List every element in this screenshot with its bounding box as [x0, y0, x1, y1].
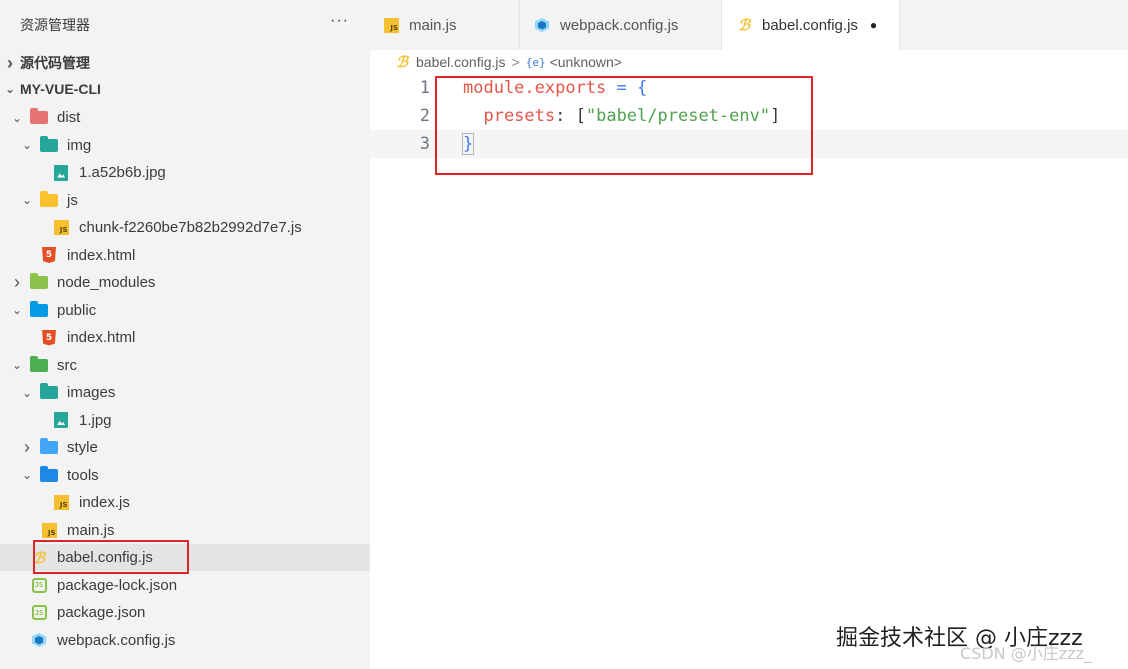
chevron-right-icon: ›: [24, 437, 30, 457]
chevron-down-icon: ⌄: [4, 82, 16, 96]
tree-item[interactable]: › node_modules: [0, 269, 370, 296]
chevron-down-icon: ⌄: [21, 138, 33, 152]
tree-item-label: chunk-f2260be7b82b2992d7e7.js: [79, 219, 302, 236]
chevron-down-icon: ⌄: [11, 358, 23, 372]
json-file-icon: JS: [30, 576, 48, 594]
tree-item-label: img: [67, 136, 92, 154]
js-file-icon: JS: [52, 494, 70, 512]
symbol-variable-icon: {e}: [525, 55, 546, 69]
editor-tab[interactable]: ℬbabel.config.js ●: [722, 0, 900, 50]
tree-item[interactable]: 1.jpg: [0, 407, 370, 434]
sidebar-section-1[interactable]: ⌄ MY-VUE-CLI: [0, 76, 370, 102]
tree-item[interactable]: 5 index.html: [0, 242, 370, 269]
watermark-secondary: CSDN @小庄zzz_: [960, 644, 1092, 663]
folder-src-icon: [30, 355, 48, 374]
code-highlight-box: [435, 76, 813, 175]
chevron-down-icon: ⌄: [11, 110, 23, 125]
tree-item[interactable]: ⌄ src: [0, 352, 370, 379]
tree-item-label: style: [67, 439, 98, 456]
tree-item-label: dist: [57, 109, 81, 126]
editor-tab[interactable]: webpack.config.js: [520, 0, 722, 50]
folder-node-icon: [30, 273, 48, 292]
editor-tab-bar: JS main.js webpack.config.js ℬbabel.config.…: [370, 0, 1128, 50]
html-file-icon: 5: [40, 329, 58, 347]
tab-label: main.js: [409, 16, 457, 34]
tab-label: webpack.config.js: [560, 16, 679, 34]
babel-file-icon: ℬ: [396, 53, 408, 71]
tree-item-label: js: [67, 191, 78, 209]
tree-item[interactable]: ⌄ images: [0, 379, 370, 406]
explorer-title: 资源管理器: [20, 17, 90, 33]
tree-item[interactable]: 5 index.html: [0, 324, 370, 351]
tree-item[interactable]: JS package.json: [0, 599, 370, 626]
breadcrumb-file[interactable]: babel.config.js: [416, 54, 506, 70]
tree-item-label: 1.jpg: [79, 411, 112, 429]
chevron-down-icon: ⌄: [21, 468, 33, 482]
tree-item-label: public: [57, 301, 97, 319]
tree-item[interactable]: JS chunk-f2260be7b82b2992d7e7.js: [0, 214, 370, 241]
tree-item-label: src: [57, 356, 77, 374]
tree-item-label: main.js: [67, 521, 115, 539]
folder-public-icon: [30, 300, 48, 319]
folder-style-icon: [40, 438, 58, 457]
folder-images-icon: [40, 135, 58, 154]
more-actions-icon[interactable]: ···: [330, 12, 349, 30]
tree-item[interactable]: › style: [0, 434, 370, 461]
chevron-down-icon: ⌄: [11, 303, 23, 317]
js-file-icon: JS: [384, 17, 399, 33]
tree-item[interactable]: JS index.js: [0, 489, 370, 516]
tree-item-label: package.json: [57, 604, 146, 621]
sidebar-section-0[interactable]: › 源代码管理: [0, 50, 370, 76]
tree-item[interactable]: JS package-lock.json: [0, 572, 370, 599]
tree-item-label: tools: [67, 466, 99, 484]
tree-item-label: webpack.config.js: [57, 631, 176, 649]
js-file-icon: JS: [40, 521, 58, 539]
line-number: 1: [419, 78, 430, 98]
tree-item-label: index.js: [79, 494, 130, 511]
file-highlight-box: [33, 540, 189, 574]
tree-item-label: index.html: [67, 329, 136, 346]
tree-item[interactable]: ⌄ dist: [0, 104, 370, 131]
webpack-file-icon: [30, 631, 48, 649]
folder-tools-icon: [40, 465, 58, 484]
tab-label: babel.config.js: [762, 16, 858, 34]
tree-item-label: index.html: [67, 246, 136, 264]
js-file-icon: JS: [52, 219, 70, 237]
tree-item-label: package-lock.json: [57, 576, 178, 594]
breadcrumb: ℬ babel.config.js > {e} <unknown>: [370, 50, 1128, 74]
webpack-file-icon: [534, 17, 550, 33]
line-number: 2: [419, 106, 430, 126]
image-file-icon: [52, 164, 70, 182]
babel-file-icon: ℬ: [738, 16, 750, 34]
line-number: 3: [419, 134, 430, 154]
section-label: MY-VUE-CLI: [20, 81, 101, 97]
folder-dist-icon: [30, 108, 48, 127]
breadcrumb-symbol[interactable]: <unknown>: [550, 54, 622, 70]
folder-images-icon: [40, 383, 58, 402]
tree-item[interactable]: ⌄ tools: [0, 462, 370, 489]
tree-item[interactable]: ⌄ img: [0, 132, 370, 159]
chevron-right-icon: ›: [7, 52, 13, 73]
json-file-icon: JS: [30, 604, 48, 622]
tree-item[interactable]: ⌄ js: [0, 187, 370, 214]
tree-item-label: 1.a52b6b.jpg: [79, 164, 166, 181]
html-file-icon: 5: [40, 246, 58, 264]
editor-tab[interactable]: JS main.js: [370, 0, 520, 50]
folder-js-icon: [40, 190, 58, 209]
chevron-down-icon: ⌄: [21, 385, 33, 400]
tree-item[interactable]: webpack.config.js: [0, 627, 370, 654]
tree-item[interactable]: ⌄ public: [0, 297, 370, 324]
section-label: 源代码管理: [20, 55, 90, 71]
tree-item[interactable]: 1.a52b6b.jpg: [0, 159, 370, 186]
image-file-icon: [52, 411, 70, 429]
chevron-right-icon: ›: [14, 272, 20, 292]
tree-item-label: node_modules: [57, 274, 156, 291]
unsaved-dot-icon[interactable]: ●: [870, 18, 877, 32]
tree-item-label: images: [67, 384, 116, 401]
chevron-down-icon: ⌄: [21, 193, 33, 207]
explorer-header: 资源管理器 ···: [0, 0, 370, 50]
breadcrumb-separator: >: [511, 54, 520, 70]
